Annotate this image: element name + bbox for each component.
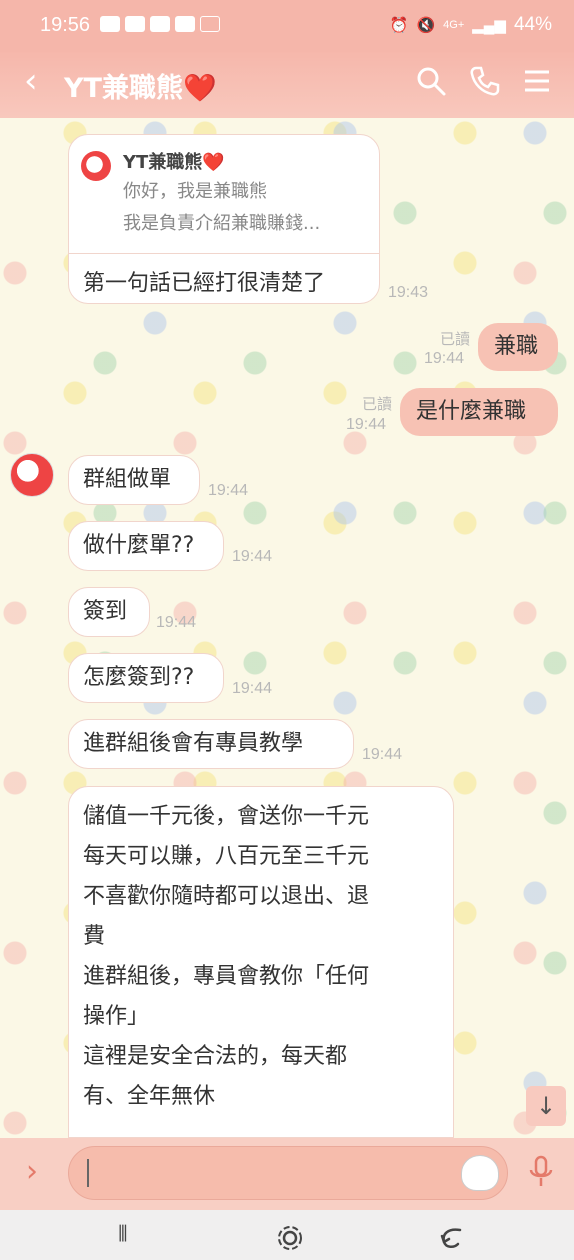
message-line: 進群組後，專員會教你「任何 (83, 964, 370, 989)
status-bar: 19:56 ⏰ 🔇 4G+ ▂▄▆ 44% (0, 0, 574, 52)
message-time: 19:44 (362, 746, 403, 763)
search-icon[interactable] (414, 64, 448, 98)
notification-icons (100, 16, 220, 32)
alarm-icon: ⏰ (389, 17, 409, 34)
menu-icon[interactable] (520, 64, 554, 98)
youtube-notification-icon (175, 16, 195, 32)
message-line: 不喜歡你隨時都可以退出、退 (83, 884, 370, 909)
received-message[interactable]: 做什麼單?? (68, 521, 224, 571)
input-bar: › (0, 1138, 574, 1210)
message-time: 19:44 (232, 680, 273, 697)
message-text: 第一句話已經打很清楚了 (83, 271, 326, 296)
message-time: 19:43 (388, 284, 429, 301)
back-gesture-icon[interactable] (438, 1224, 466, 1252)
home-icon[interactable] (276, 1224, 304, 1252)
message-text: 兼職 (494, 334, 539, 359)
arrow-down-icon: ↓ (535, 1092, 557, 1120)
quoted-text-line: 我是負責介紹兼職賺錢... (123, 213, 321, 234)
message-input[interactable] (68, 1146, 508, 1200)
received-message[interactable]: 怎麼簽到?? (68, 653, 224, 703)
message-text: 是什麼兼職 (416, 399, 527, 424)
quoted-sender: YT兼職熊❤️ (123, 148, 225, 174)
image-notification-icon (200, 16, 220, 32)
message-text: 做什麼單?? (83, 533, 195, 558)
chevron-left-icon[interactable]: ‹ (24, 64, 38, 98)
avatar[interactable] (10, 453, 54, 497)
message-line: 儲值一千元後，會送你一千元 (83, 804, 370, 829)
message-time: 19:44 (208, 482, 249, 499)
network-label: 4G+ (443, 19, 465, 31)
scroll-down-button[interactable]: ↓ (526, 1086, 566, 1126)
phone-icon[interactable] (468, 64, 502, 98)
battery-level: 44% (513, 14, 552, 35)
read-receipt: 已讀 (361, 395, 392, 413)
recent-apps-icon[interactable]: ⦀ (118, 1222, 128, 1247)
message-time: 19:44 (424, 350, 465, 367)
system-nav-bar: ⦀ (0, 1210, 574, 1260)
signal-icon: ▂▄▆ (472, 17, 506, 34)
message-notification-icon (100, 16, 120, 32)
sticker-icon[interactable] (461, 1155, 499, 1191)
received-message[interactable]: 進群組後會有專員教學 (68, 719, 354, 769)
received-message-long[interactable]: 儲值一千元後，會送你一千元 每天可以賺，八百元至三千元 不喜歡你隨時都可以退出、… (68, 786, 454, 1138)
message-text: 怎麼簽到?? (83, 665, 195, 690)
message-time: 19:44 (346, 416, 387, 433)
message-text: 群組做單 (83, 467, 172, 492)
received-message[interactable]: 簽到 (68, 587, 150, 637)
divider (69, 253, 379, 254)
message-line: 操作」 (83, 1004, 150, 1029)
message-line: 有、全年無休 (83, 1084, 216, 1109)
sent-message[interactable]: 兼職 (478, 323, 558, 371)
message-text: 進群組後會有專員教學 (83, 731, 304, 756)
mute-icon: 🔇 (416, 17, 436, 34)
microphone-icon[interactable] (526, 1154, 556, 1190)
sent-message[interactable]: 是什麼兼職 (400, 388, 558, 436)
text-cursor (87, 1159, 89, 1187)
received-message[interactable]: 群組做單 (68, 455, 200, 505)
message-line: 這裡是安全合法的，每天都 (83, 1044, 348, 1069)
reply-message[interactable]: YT兼職熊❤️ 你好，我是兼職熊 我是負責介紹兼職賺錢... 第一句話已經打很清… (68, 134, 380, 304)
youtube-notification-icon (150, 16, 170, 32)
heart-icon: ❤️ (202, 152, 225, 173)
chevron-right-icon[interactable]: › (26, 1154, 38, 1189)
chat-title-text: YT兼職熊 (64, 73, 183, 104)
quoted-sender-name: YT兼職熊 (123, 152, 203, 173)
status-time: 19:56 (40, 14, 91, 36)
chat-header: ‹ YT兼職熊❤️ (0, 52, 574, 118)
quoted-avatar (81, 151, 111, 181)
message-line: 費 (83, 924, 106, 949)
message-time: 19:44 (156, 614, 197, 631)
read-receipt: 已讀 (439, 330, 470, 348)
message-text: 簽到 (83, 599, 128, 624)
message-line: 每天可以賺，八百元至三千元 (83, 844, 370, 869)
message-time: 19:44 (232, 548, 273, 565)
heart-icon: ❤️ (182, 73, 217, 104)
youtube-notification-icon (125, 16, 145, 32)
chat-title[interactable]: YT兼職熊❤️ (64, 66, 217, 105)
quoted-text-line: 你好，我是兼職熊 (123, 181, 267, 202)
